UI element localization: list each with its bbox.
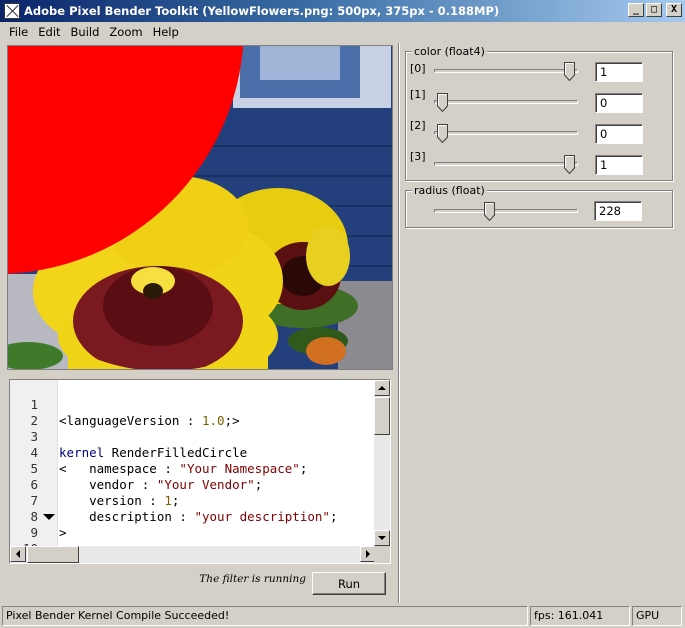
code-line: 5 vendor : "Your Vendor";: [30, 461, 263, 492]
title-bar[interactable]: Adobe Pixel Bender Toolkit (YellowFlower…: [0, 0, 685, 22]
fps-readout: fps: 161.041: [530, 606, 630, 626]
color-2-slider-thumb[interactable]: [437, 124, 448, 143]
image-preview[interactable]: [7, 45, 393, 370]
color-3-value-field[interactable]: 1: [595, 155, 643, 175]
color-0-slider-thumb[interactable]: [564, 62, 575, 81]
scroll-left-button[interactable]: [10, 546, 26, 562]
window-controls: _ □ X: [628, 3, 682, 17]
flower-image: [8, 46, 392, 369]
minimize-button[interactable]: _: [628, 3, 644, 17]
pane-splitter[interactable]: [7, 372, 393, 376]
color-2-slider-track[interactable]: [434, 131, 578, 135]
horizontal-scroll-thumb[interactable]: [27, 546, 79, 563]
vertical-divider[interactable]: [398, 43, 400, 603]
color-row-label: [2]: [410, 119, 426, 132]
scrollbar-corner: [374, 546, 390, 563]
color-2-value-field[interactable]: 0: [595, 124, 643, 144]
app-icon: [4, 3, 20, 19]
maximize-button[interactable]: □: [646, 3, 662, 17]
menu-file[interactable]: File: [4, 25, 33, 39]
color-0-slider-track[interactable]: [434, 69, 578, 73]
code-line: 4 < namespace : "Your Namespace";: [30, 445, 308, 476]
close-button[interactable]: X: [666, 3, 682, 17]
scroll-up-button[interactable]: [374, 380, 390, 396]
arrow-down-icon: [378, 536, 386, 540]
color-1-slider-track[interactable]: [434, 100, 578, 104]
run-button[interactable]: Run: [312, 572, 386, 595]
code-line: 8 >: [30, 509, 67, 540]
menu-zoom[interactable]: Zoom: [104, 25, 147, 39]
code-editor[interactable]: 1 <languageVersion : 1.0;> 2 3 kernel Re…: [9, 379, 391, 564]
radius-slider-track[interactable]: [434, 209, 578, 213]
color-row-label: [0]: [410, 62, 426, 75]
color-0-value-field[interactable]: 1: [595, 62, 643, 82]
status-bar: Pixel Bender Kernel Compile Succeeded! f…: [0, 604, 685, 628]
color-parameter-label: color (float4): [412, 45, 487, 58]
arrow-left-icon: [16, 550, 20, 558]
arrow-up-icon: [378, 386, 386, 390]
render-mode: GPU: [632, 606, 682, 626]
code-line: 1 <languageVersion : 1.0;>: [30, 397, 240, 428]
vertical-scroll-thumb[interactable]: [374, 397, 390, 435]
code-line: 2: [30, 413, 38, 428]
menu-build[interactable]: Build: [66, 25, 105, 39]
arrow-right-icon: [366, 550, 370, 558]
radius-parameter-label: radius (float): [412, 184, 487, 197]
radius-slider-thumb[interactable]: [484, 202, 495, 221]
fold-toggle-icon[interactable]: [43, 514, 55, 520]
code-line: 3 kernel RenderFilledCircle: [30, 429, 248, 460]
code-line: 10 parameter float radius: [10, 525, 255, 563]
menu-help[interactable]: Help: [148, 25, 184, 39]
scroll-down-button[interactable]: [374, 530, 390, 546]
window-title: Adobe Pixel Bender Toolkit (YellowFlower…: [24, 4, 500, 18]
vertical-scrollbar[interactable]: [374, 380, 390, 546]
color-3-slider-track[interactable]: [434, 162, 578, 166]
status-message: Pixel Bender Kernel Compile Succeeded!: [2, 606, 528, 626]
radius-value-field[interactable]: 228: [594, 201, 642, 221]
horizontal-scrollbar[interactable]: [10, 546, 376, 563]
code-line: 7 description : "your description";: [30, 493, 338, 524]
color-1-value-field[interactable]: 0: [595, 93, 643, 113]
menu-edit[interactable]: Edit: [33, 25, 65, 39]
color-row-label: [1]: [410, 88, 426, 101]
filter-status-text: The filter is running: [199, 573, 306, 585]
color-row-label: [3]: [410, 150, 426, 163]
code-line: 9 {: [10, 509, 67, 563]
color-3-slider-thumb[interactable]: [564, 155, 575, 174]
color-1-slider-thumb[interactable]: [437, 93, 448, 112]
menu-bar: File Edit Build Zoom Help: [0, 22, 685, 42]
code-line: 6 version : 1;: [30, 477, 180, 508]
